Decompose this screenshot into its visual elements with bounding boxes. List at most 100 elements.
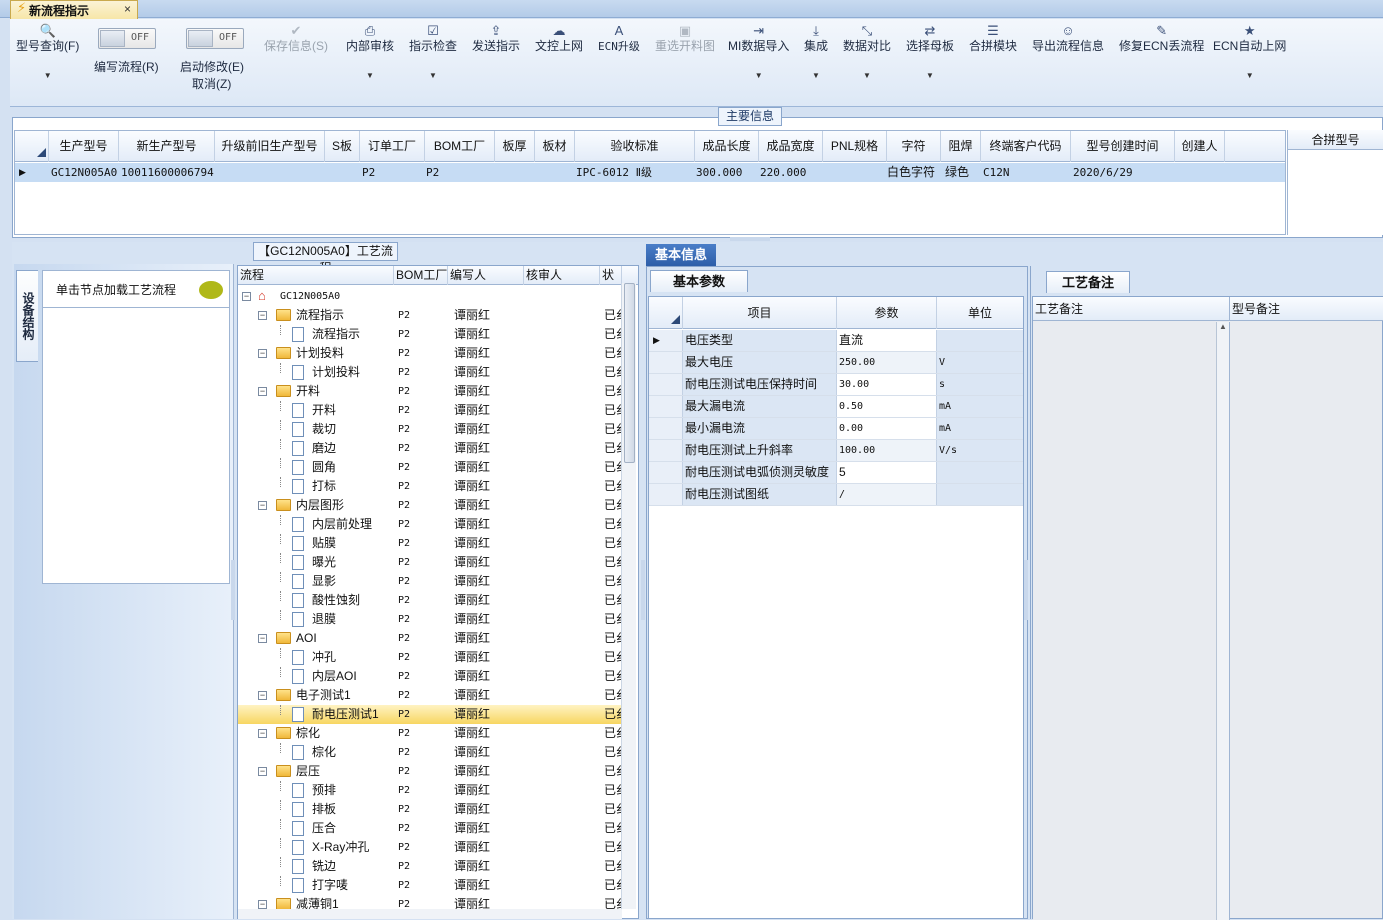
cell-bom-factory[interactable]: P2 [426, 163, 495, 182]
tab-new-flow-instruction[interactable]: ⚡ 新流程指示 × [10, 0, 138, 19]
tree-row[interactable]: 圆角 P2 谭丽红 已纟 [238, 458, 622, 477]
column-header[interactable]: S板 [325, 131, 360, 162]
tree-row[interactable]: 打标 P2 谭丽红 已纟 [238, 477, 622, 496]
ecn-auto-upload-button[interactable]: ★ ECN自动上网 ▼ [1213, 23, 1286, 83]
param-row[interactable]: 耐电压测试电弧侦测灵敏度 5 [649, 462, 1023, 484]
column-header[interactable]: 创建人 [1175, 131, 1225, 162]
close-icon[interactable]: × [124, 2, 131, 16]
cell-char[interactable]: 白色字符 [887, 163, 941, 182]
param-value[interactable]: 直流 [837, 330, 937, 351]
column-header[interactable]: 验收标准 [575, 131, 695, 162]
upload-file-button[interactable]: ☁ 文控上网 [535, 23, 583, 53]
tree-row[interactable]: 预排 P2 谭丽红 已纟 [238, 781, 622, 800]
param-row[interactable]: 耐电压测试图纸 / [649, 484, 1023, 506]
cell-customer-code[interactable]: C12N [983, 163, 1071, 182]
tree-row[interactable]: − 层压 P2 谭丽红 已纟 [238, 762, 622, 781]
param-row[interactable]: 最大电压 250.00 V [649, 352, 1023, 374]
column-header[interactable]: BOM工厂 [394, 266, 448, 285]
tree-row[interactable]: 裁切 P2 谭丽红 已纟 [238, 420, 622, 439]
fix-ecn-button[interactable]: ✎ 修复ECN丢流程 [1119, 23, 1204, 53]
row-selector[interactable] [649, 352, 683, 373]
param-row[interactable]: 耐电压测试电压保持时间 30.00 s [649, 374, 1023, 396]
param-value[interactable]: / [837, 484, 937, 505]
query-button[interactable]: 🔍 型号查询(F) ▼ [16, 23, 79, 83]
export-flow-button[interactable]: ☺ 导出流程信息 [1032, 23, 1104, 53]
cell-model[interactable]: GC12N005A0 [51, 163, 119, 182]
column-header[interactable]: 阻焊 [941, 131, 981, 162]
column-header[interactable]: 订单工厂 [360, 131, 425, 162]
tree-row[interactable]: 开料 P2 谭丽红 已纟 [238, 401, 622, 420]
column-header[interactable]: 项目 [683, 297, 837, 329]
tree-row[interactable]: 贴膜 P2 谭丽红 已纟 [238, 534, 622, 553]
column-header[interactable]: 核审人 [524, 266, 600, 285]
param-row[interactable]: 耐电压测试上升斜率 100.00 V/s [649, 440, 1023, 462]
tree-row[interactable]: 酸性蚀刻 P2 谭丽红 已纟 [238, 591, 622, 610]
combine-model-header[interactable]: 合拼型号 [1288, 130, 1383, 150]
tree-row[interactable]: − 内层图形 P2 谭丽红 已纟 [238, 496, 622, 515]
column-header[interactable]: 流程 [238, 266, 394, 285]
row-selector[interactable] [649, 396, 683, 417]
column-header[interactable]: 字符 [887, 131, 941, 162]
internal-review-button[interactable]: ⎙ 内部审核 ▼ [346, 23, 394, 83]
collapse-icon[interactable]: − [258, 349, 267, 358]
cancel-button[interactable]: 取消(Z) [192, 75, 231, 92]
tree-row[interactable]: − 流程指示 P2 谭丽红 已纟 [238, 306, 622, 325]
collapse-icon[interactable]: − [242, 292, 251, 301]
process-remark-header[interactable]: 工艺备注 [1033, 297, 1230, 321]
column-header[interactable]: PNL规格 [823, 131, 887, 162]
row-selector[interactable] [649, 418, 683, 439]
collapse-icon[interactable]: − [258, 767, 267, 776]
column-header[interactable]: 板厚 [495, 131, 535, 162]
mi-import-button[interactable]: ⇥ MI数据导入 ▼ [728, 23, 789, 83]
tab-basic-params[interactable]: 基本参数 [650, 270, 748, 292]
tree-row[interactable]: 内层AOI P2 谭丽红 已纟 [238, 667, 622, 686]
column-header[interactable]: 终端客户代码 [981, 131, 1071, 162]
tree-row[interactable]: − AOI P2 谭丽红 已纟 [238, 629, 622, 648]
tree-row[interactable]: 退膜 P2 谭丽红 已纟 [238, 610, 622, 629]
remark-scrollbar[interactable]: ▲ [1217, 322, 1230, 920]
collapse-icon[interactable]: − [258, 900, 267, 909]
param-value[interactable]: 0.00 [837, 418, 937, 439]
ecn-upgrade-button[interactable]: A ECN升级 [598, 23, 640, 54]
collapse-icon[interactable]: − [258, 387, 267, 396]
tree-row[interactable]: − 计划投料 P2 谭丽红 已纟 [238, 344, 622, 363]
scroll-thumb[interactable] [624, 283, 635, 463]
column-header[interactable]: 编写人 [448, 266, 524, 285]
integrate-button[interactable]: ⤓ 集成 ▼ [804, 23, 828, 83]
column-header[interactable]: 型号创建时间 [1071, 131, 1175, 162]
cell-material[interactable] [537, 163, 575, 182]
column-header[interactable]: BOM工厂 [425, 131, 495, 162]
tab-basic-info[interactable]: 基本信息 [646, 244, 716, 266]
vertical-splitter-handle[interactable] [641, 560, 645, 620]
cell-length[interactable]: 300.000 [696, 163, 759, 182]
param-value[interactable]: 5 [837, 462, 937, 483]
model-remark-header[interactable]: 型号备注 [1230, 297, 1383, 321]
process-remark-field[interactable] [1033, 322, 1217, 920]
column-header[interactable]: 成品宽度 [759, 131, 823, 162]
tree-row[interactable]: 曝光 P2 谭丽红 已纟 [238, 553, 622, 572]
send-instruction-button[interactable]: ⇪ 发送指示 [472, 23, 520, 53]
cell-s-board[interactable] [327, 163, 360, 182]
row-selector[interactable] [649, 462, 683, 483]
param-value[interactable]: 250.00 [837, 352, 937, 373]
tree-row[interactable]: 冲孔 P2 谭丽红 已纟 [238, 648, 622, 667]
tree-row[interactable]: 打字唛 P2 谭丽红 已纟 [238, 876, 622, 895]
tree-row[interactable]: 棕化 P2 谭丽红 已纟 [238, 743, 622, 762]
cell-pnl[interactable] [825, 163, 887, 182]
tab-process-remark[interactable]: 工艺备注 [1046, 271, 1130, 293]
column-header[interactable]: 参数 [837, 297, 937, 329]
param-row[interactable]: 最大漏电流 0.50 mA [649, 396, 1023, 418]
tree-row[interactable]: − 棕化 P2 谭丽红 已纟 [238, 724, 622, 743]
row-selector-header[interactable] [649, 297, 683, 329]
vertical-splitter-handle[interactable] [231, 560, 235, 620]
tree-row[interactable]: 内层前处理 P2 谭丽红 已纟 [238, 515, 622, 534]
column-header[interactable]: 状 [600, 266, 622, 285]
column-header[interactable]: 板材 [535, 131, 575, 162]
column-header[interactable]: 单位 [937, 297, 1023, 329]
param-value[interactable]: 30.00 [837, 374, 937, 395]
tree-row[interactable]: 耐电压测试1 P2 谭丽红 已纟 [238, 705, 622, 724]
tree-row[interactable]: 显影 P2 谭丽红 已纟 [238, 572, 622, 591]
cell-order-factory[interactable]: P2 [362, 163, 425, 182]
tree-row[interactable]: 排板 P2 谭丽红 已纟 [238, 800, 622, 819]
collapse-icon[interactable]: − [258, 501, 267, 510]
